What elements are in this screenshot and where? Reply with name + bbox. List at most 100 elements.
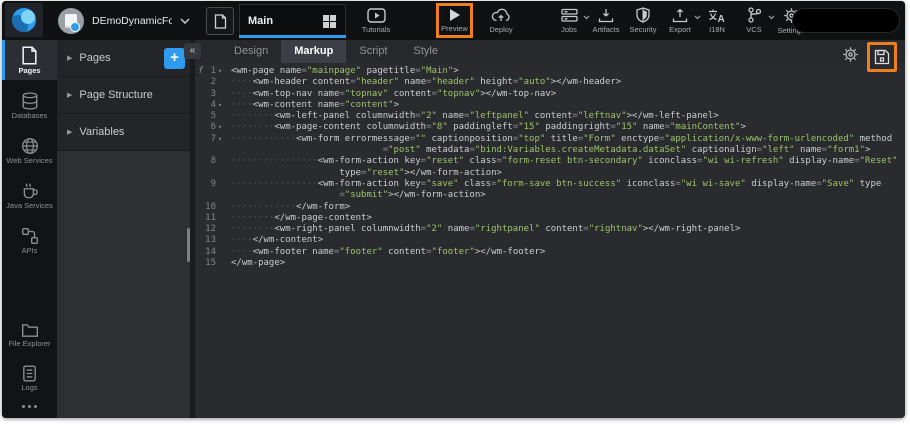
more-options-button[interactable]: [2, 397, 57, 418]
code-line[interactable]: ="post" metadata="bind:Variables.createM…: [195, 145, 905, 156]
export-button[interactable]: Export: [665, 3, 695, 38]
security-button[interactable]: Security: [628, 3, 658, 38]
code-text: ····</wm-content>: [231, 235, 323, 246]
code-line[interactable]: 10············</wm-form>: [195, 202, 905, 213]
gutter-cell: 9: [195, 179, 231, 190]
markup-editor[interactable]: f1▾<wm-page name="mainpage" pagetitle="M…: [195, 63, 905, 418]
code-line[interactable]: 7▾············<wm-form errormessage="" c…: [195, 134, 905, 145]
code-line[interactable]: 6▾········<wm-page-content columnwidth="…: [195, 122, 905, 133]
project-selector[interactable]: DEmoDynamicFor...: [58, 1, 190, 40]
play-icon: [448, 8, 461, 22]
dot-icon: [34, 405, 37, 408]
wavemaker-logo-button[interactable]: [5, 3, 43, 37]
code-pane[interactable]: f1▾<wm-page name="mainpage" pagetitle="M…: [195, 66, 905, 269]
code-line[interactable]: f1▾<wm-page name="mainpage" pagetitle="M…: [195, 66, 905, 77]
rail-item-java-services[interactable]: Java Services: [2, 176, 57, 215]
cloud-upload-icon: [491, 7, 511, 23]
code-line[interactable]: 12········<wm-right-panel columnwidth="2…: [195, 224, 905, 235]
rail-item-web-services[interactable]: Web Services: [2, 131, 57, 170]
tab-page-main[interactable]: Main: [239, 4, 346, 37]
chevron-down-icon[interactable]: [768, 15, 775, 20]
artifacts-label: Artifacts: [592, 25, 619, 34]
code-line[interactable]: 4▾····<wm-content name="content">: [195, 100, 905, 111]
code-text: ············<wm-form errormessage="" cap…: [231, 134, 892, 145]
tab-style[interactable]: Style: [401, 40, 451, 63]
gutter-cell: 4▾: [195, 100, 231, 111]
preview-button[interactable]: Preview: [436, 3, 473, 38]
jobs-icon: [561, 8, 578, 23]
code-line[interactable]: 11········</wm-page-content>: [195, 213, 905, 224]
vcs-button[interactable]: VCS: [739, 3, 769, 38]
save-button[interactable]: [867, 42, 897, 72]
code-line[interactable]: 5········<wm-left-panel columnwidth="2" …: [195, 111, 905, 122]
caret-right-icon[interactable]: ▶: [67, 54, 72, 62]
code-line[interactable]: 15</wm-page>: [195, 258, 905, 269]
project-name: DEmoDynamicFor...: [92, 15, 172, 27]
code-text: <wm-page name="mainpage" pagetitle="Main…: [231, 66, 459, 77]
code-text: ················<wm-form-action key="res…: [231, 156, 898, 167]
code-text: ····<wm-content name="content">: [231, 100, 399, 111]
editor-tabstrip: Design Markup Script Style: [195, 40, 905, 64]
gutter-cell: f1▾: [195, 66, 231, 77]
caret-right-icon[interactable]: ▶: [67, 91, 72, 99]
code-line[interactable]: type="reset"></wm-form-action>: [195, 168, 905, 179]
editor-settings-gear-icon[interactable]: [842, 46, 859, 63]
gutter-cell: 14: [195, 247, 231, 258]
chevron-down-icon[interactable]: [694, 15, 701, 20]
code-text: ····<wm-top-nav name="topnav" content="t…: [231, 89, 556, 100]
tab-design[interactable]: Design: [221, 40, 281, 63]
jobs-label: Jobs: [561, 25, 577, 34]
rail-item-pages[interactable]: Pages: [2, 40, 57, 80]
tab-script[interactable]: Script: [346, 40, 400, 63]
rail-item-logs[interactable]: Logs: [2, 359, 57, 397]
chevron-down-icon[interactable]: [583, 15, 590, 20]
chevron-down-icon[interactable]: [180, 18, 190, 24]
i18n-label: I18N: [709, 25, 725, 34]
section-label: Page Structure: [79, 89, 152, 101]
tutorials-label: Tutorials: [362, 25, 390, 34]
gutter-cell: 2: [195, 77, 231, 88]
new-page-button[interactable]: [206, 7, 234, 35]
section-page-structure[interactable]: ▶ Page Structure: [57, 77, 190, 114]
rail-item-label: APIs: [22, 247, 38, 255]
section-variables[interactable]: ▶ Variables: [57, 114, 190, 151]
rail-item-file-explorer[interactable]: File Explorer: [2, 316, 57, 353]
code-line[interactable]: 2····<wm-header content="header" name="h…: [195, 77, 905, 88]
code-line[interactable]: 14····<wm-footer name="footer" content="…: [195, 247, 905, 258]
wavemaker-studio-window: DEmoDynamicFor... Main Tutorials Preview…: [0, 0, 910, 426]
gutter-cell: [195, 190, 231, 201]
translate-icon: A: [708, 8, 726, 23]
coffee-icon: [21, 182, 39, 200]
section-pages[interactable]: ▶ Pages +: [57, 40, 190, 77]
code-line[interactable]: 9················<wm-form-action key="sa…: [195, 179, 905, 190]
page-tab-label: Main: [248, 15, 322, 27]
collapse-panel-button[interactable]: «: [184, 43, 201, 59]
log-file-icon: [22, 365, 37, 382]
tutorials-button[interactable]: Tutorials: [354, 3, 398, 38]
dot-icon: [28, 405, 31, 408]
code-line[interactable]: ="submit"></wm-form-action>: [195, 190, 905, 201]
rail-item-apis[interactable]: APIs: [2, 221, 57, 260]
gutter-cell: [195, 168, 231, 179]
code-line[interactable]: 13····</wm-content>: [195, 235, 905, 246]
code-line[interactable]: 8················<wm-form-action key="re…: [195, 156, 905, 167]
preview-label: Preview: [441, 24, 468, 33]
add-page-button[interactable]: +: [164, 48, 185, 69]
tab-markup[interactable]: Markup: [281, 40, 346, 63]
jobs-button[interactable]: Jobs: [554, 3, 584, 38]
code-text: type="reset"></wm-form-action>: [231, 168, 502, 179]
app-frame: DEmoDynamicFor... Main Tutorials Preview…: [2, 1, 905, 418]
user-account-area[interactable]: [792, 8, 900, 33]
grid-icon[interactable]: [322, 14, 337, 29]
deploy-button[interactable]: Deploy: [479, 3, 523, 38]
code-line[interactable]: 3····<wm-top-nav name="topnav" content="…: [195, 89, 905, 100]
save-floppy-icon: [874, 49, 890, 65]
caret-right-icon[interactable]: ▶: [67, 128, 72, 136]
section-label: Variables: [79, 126, 124, 138]
i18n-button[interactable]: A I18N: [702, 3, 732, 38]
explorer-panel: ▶ Pages + ▶ Page Structure ▶ Variables: [57, 40, 190, 418]
page-icon: [21, 46, 38, 65]
rail-item-databases[interactable]: Databases: [2, 86, 57, 125]
rail-item-label: Java Services: [6, 202, 53, 210]
artifacts-button[interactable]: Artifacts: [591, 3, 621, 38]
